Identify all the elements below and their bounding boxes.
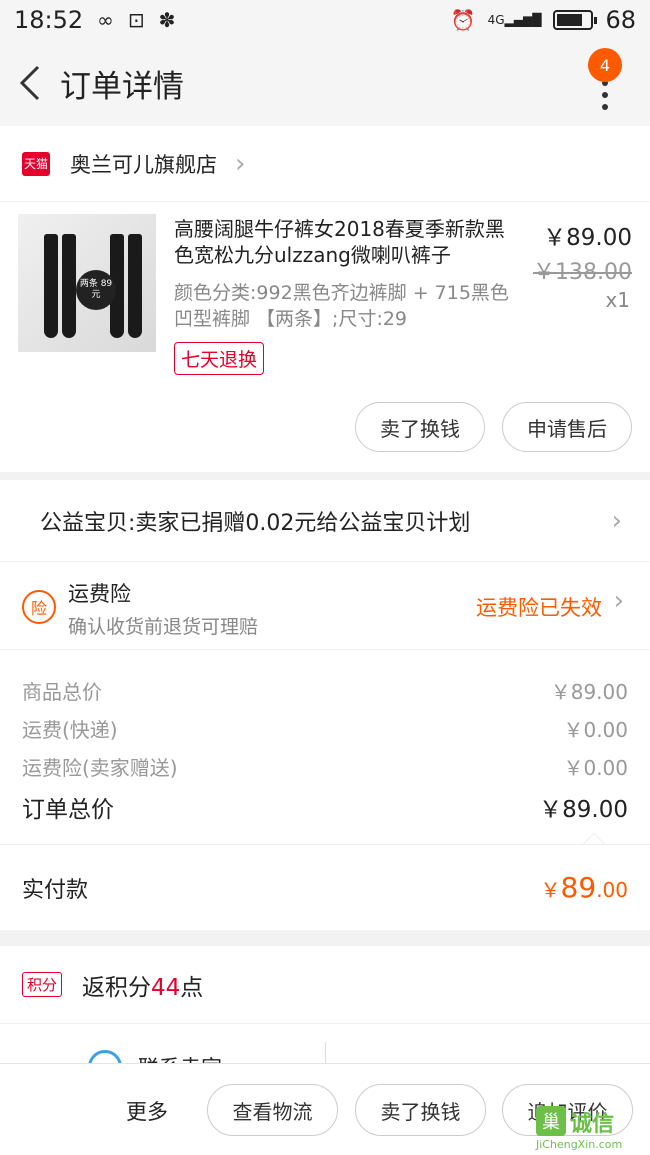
actual-paid-label: 实付款: [22, 877, 89, 903]
nav-bar: 订单详情 4: [0, 40, 650, 126]
summary-row: 运费险(卖家赠送) ￥0.00: [22, 752, 628, 781]
product-image[interactable]: 两条 89元: [18, 214, 156, 352]
product-card: 两条 89元 高腰阔腿牛仔裤女2018春夏季新款黑色宽松九分ulzzang微喇叭…: [0, 202, 650, 472]
view-logistics-button[interactable]: 查看物流: [207, 1084, 338, 1136]
product-image-tag: 两条 89元: [76, 270, 116, 310]
actual-paid-amount: ￥89.00: [540, 871, 628, 904]
summary-value: ￥0.00: [563, 756, 628, 780]
price-summary: 商品总价 ￥89.00 运费(快递) ￥0.00 运费险(卖家赠送) ￥0.00…: [0, 650, 650, 856]
sell-for-cash-button[interactable]: 卖了换钱: [355, 402, 485, 452]
signal-4g-icon: 4G▂▄▆█: [487, 13, 542, 27]
battery-percent: 68: [605, 6, 636, 34]
order-total-value: ￥89.00: [539, 797, 628, 823]
product-title[interactable]: 高腰阔腿牛仔裤女2018春夏季新款黑色宽松九分ulzzang微喇叭裤子: [174, 216, 514, 268]
insurance-status: 运费险已失效: [476, 596, 602, 620]
insurance-subtitle: 确认收货前退货可理赔: [68, 616, 259, 638]
product-spec: 颜色分类:992黑色齐边裤脚 + 715黑色凹型裤脚 【两条】;尺寸:29: [174, 282, 509, 330]
return-policy-badge: 七天退换: [174, 342, 265, 375]
after-sale-button[interactable]: 申请售后: [502, 402, 632, 452]
order-total-row: 订单总价 ￥89.00: [22, 790, 628, 824]
actual-paid-row: 实付款 ￥89.00: [0, 844, 650, 930]
chevron-right-icon: ›: [611, 505, 622, 536]
baidu-paw-icon: ✽: [158, 8, 176, 32]
more-dots-icon: [602, 80, 608, 110]
points-row: 积分 返积分44点: [0, 946, 650, 1024]
product-quantity: x1: [605, 288, 630, 312]
insurance-icon: 险: [22, 590, 56, 624]
watermark-logo: 巢: [536, 1106, 566, 1136]
sell-for-cash-bottom-button[interactable]: 卖了换钱: [355, 1084, 486, 1136]
store-row[interactable]: 天猫 奥兰可儿旗舰店 ›: [0, 126, 650, 202]
charity-row[interactable]: 公益宝贝:卖家已捐赠0.02元给公益宝贝计划 ›: [0, 480, 650, 562]
summary-value: ￥89.00: [550, 680, 628, 704]
infinity-icon: ∞: [97, 8, 114, 32]
summary-value: ￥0.00: [563, 718, 628, 742]
product-original-price: ￥138.00: [533, 260, 632, 285]
page-title: 订单详情: [60, 68, 184, 105]
summary-label: 运费险(卖家赠送): [22, 756, 178, 780]
notification-badge: 4: [588, 48, 622, 82]
more-link[interactable]: 更多: [126, 1096, 168, 1126]
summary-label: 商品总价: [22, 680, 102, 704]
hotspot-icon: ⊡: [127, 8, 145, 32]
chevron-right-icon: ›: [235, 148, 246, 179]
charity-text: 公益宝贝:卖家已捐赠0.02元给公益宝贝计划: [40, 510, 471, 536]
status-bar: 18:52 ∞ ⊡ ✽ ⏰ 4G▂▄▆█ 68: [0, 0, 650, 40]
summary-row: 运费(快递) ￥0.00: [22, 714, 628, 743]
watermark-url: JiChengXin.com: [536, 1138, 623, 1151]
watermark-text: 诚信: [570, 1112, 615, 1137]
points-text: 返积分44点: [82, 974, 204, 1001]
order-total-label: 订单总价: [22, 797, 114, 823]
chevron-right-icon: ›: [613, 586, 624, 616]
product-price: ￥89.00: [543, 225, 632, 251]
alarm-icon: ⏰: [450, 8, 476, 32]
status-time: 18:52: [14, 6, 84, 34]
store-name: 奥兰可儿旗舰店: [70, 152, 217, 177]
shipping-insurance-row[interactable]: 险 运费险 确认收货前退货可理赔 运费险已失效 ›: [0, 562, 650, 650]
summary-row: 商品总价 ￥89.00: [22, 676, 628, 705]
summary-label: 运费(快递): [22, 718, 118, 742]
back-arrow-icon[interactable]: [0, 40, 60, 126]
insurance-title: 运费险: [68, 582, 131, 606]
tmall-icon: 天猫: [22, 151, 50, 176]
points-tag: 积分: [22, 972, 63, 997]
battery-icon: [553, 10, 598, 30]
watermark: 巢 诚信 JiChengXin.com: [534, 1104, 650, 1155]
